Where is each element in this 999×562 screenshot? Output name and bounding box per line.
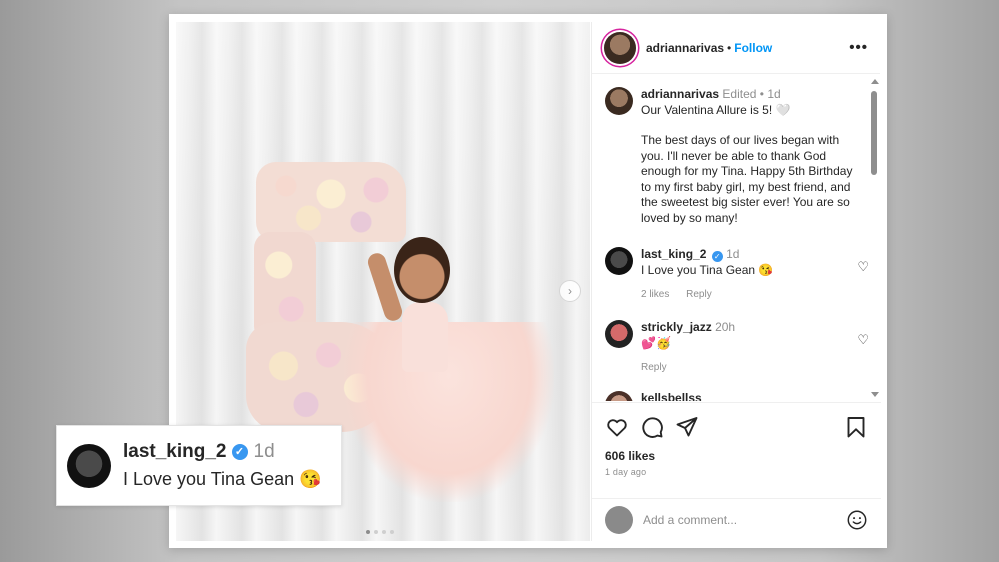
reply-button[interactable]: Reply [686, 289, 712, 300]
carousel-dot [390, 530, 394, 534]
girl-head [394, 237, 450, 303]
scroll-down-arrow-icon[interactable] [871, 392, 879, 397]
floral-number-five [256, 162, 406, 242]
post-header: adriannarivas • Follow ••• [592, 22, 880, 74]
caption-time[interactable]: 1d [767, 87, 780, 101]
girl-dress [344, 322, 554, 502]
comment-likes[interactable]: 2 likes [641, 289, 669, 300]
caption-avatar[interactable] [605, 87, 633, 115]
comment-item: strickly_jazz 20h 💕🥳 Reply ♡ [605, 320, 869, 376]
callout-time: 1d [253, 441, 275, 462]
carousel-dot [374, 530, 378, 534]
bookmark-icon[interactable] [844, 415, 868, 439]
carousel-dot [366, 530, 370, 534]
caption-username[interactable]: adriannarivas [641, 87, 719, 101]
comment-like-heart-icon[interactable]: ♡ [857, 332, 869, 348]
post-time[interactable]: 1 day ago [605, 467, 868, 477]
caption: adriannarivas Edited • 1d Our Valentina … [605, 87, 855, 226]
comments-scrollbar[interactable] [870, 79, 879, 397]
commenter-avatar[interactable] [605, 247, 633, 275]
highlighted-comment-callout: last_king_2 ✓ 1d I Love you Tina Gean 😘 [56, 425, 342, 506]
comment-icon[interactable] [640, 415, 664, 439]
comment-text: I Love you Tina Gean 😘 [641, 262, 774, 277]
heart-icon[interactable] [605, 415, 629, 439]
comment-time[interactable]: 1d [726, 247, 739, 261]
likes-count[interactable]: 606 likes [605, 449, 868, 463]
comment-time[interactable]: 20h [715, 320, 735, 334]
verified-icon: ✓ [231, 444, 248, 460]
caption-edited-label: Edited [722, 87, 757, 101]
separator-dot: • [727, 40, 732, 55]
carousel-dots [366, 530, 394, 534]
chevron-right-icon: › [568, 284, 572, 298]
share-icon[interactable] [675, 415, 699, 439]
viewer-avatar [605, 506, 633, 534]
scrollbar-thumb[interactable] [871, 91, 877, 175]
callout-username: last_king_2 [123, 441, 227, 462]
comment-like-heart-icon[interactable]: ♡ [857, 259, 869, 275]
comment-username[interactable]: kellsbellss [641, 391, 702, 401]
author-username[interactable]: adriannarivas [646, 41, 724, 55]
comments-scroll-area[interactable]: adriannarivas Edited • 1d Our Valentina … [592, 75, 881, 401]
reply-button[interactable]: Reply [641, 362, 667, 373]
callout-avatar [67, 443, 111, 488]
add-comment-bar: Add a comment... [592, 498, 881, 541]
post-sidebar: adriannarivas • Follow ••• adriannarivas… [591, 22, 881, 541]
author-avatar[interactable] [604, 31, 636, 64]
emoji-icon[interactable] [846, 509, 868, 531]
comment-item: last_king_2 ✓ 1d I Love you Tina Gean 😘 … [605, 247, 869, 303]
follow-button[interactable]: Follow [734, 41, 772, 55]
commenter-avatar[interactable] [605, 391, 633, 401]
verified-icon: ✓ [711, 251, 723, 262]
commenter-avatar[interactable] [605, 320, 633, 348]
scroll-up-arrow-icon[interactable] [871, 79, 879, 84]
carousel-next-button[interactable]: › [559, 280, 581, 302]
caption-line-2: The best days of our lives began with yo… [641, 133, 853, 225]
girl-body [402, 302, 448, 372]
comment-username[interactable]: strickly_jazz [641, 320, 712, 334]
caption-line-1: Our Valentina Allure is 5! 🤍 [641, 102, 791, 117]
separator-dot: • [759, 87, 764, 101]
comment-text: 💕🥳 [641, 335, 671, 350]
callout-text: I Love you Tina Gean 😘 [123, 469, 322, 489]
post-actions: 606 likes 1 day ago [592, 402, 881, 498]
comment-username[interactable]: last_king_2 [641, 247, 706, 261]
comment-item: kellsbellss [605, 391, 855, 401]
carousel-dot [382, 530, 386, 534]
more-options-button[interactable]: ••• [849, 39, 868, 56]
add-comment-input[interactable]: Add a comment... [643, 513, 737, 527]
